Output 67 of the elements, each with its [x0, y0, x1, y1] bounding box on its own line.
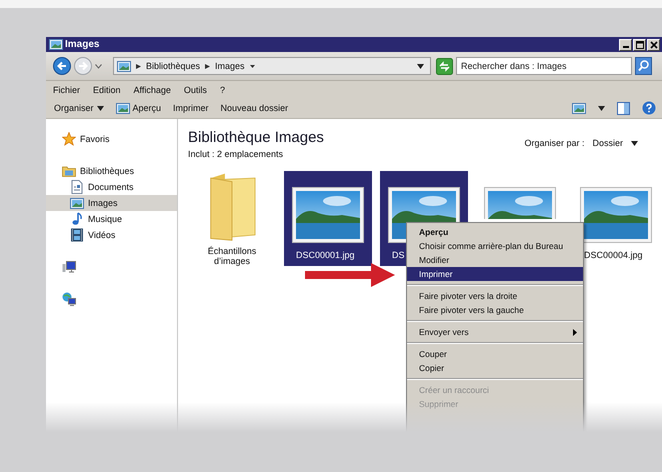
window-title: Images	[65, 39, 100, 50]
sidebar-item[interactable]: Favoris	[46, 131, 177, 147]
star-icon	[62, 132, 76, 146]
minimize-icon	[622, 46, 628, 48]
toolbar-button[interactable]: Organiser	[50, 101, 108, 115]
sidebar-item[interactable]: Images	[46, 195, 177, 211]
network-computer-icon[interactable]	[62, 292, 76, 306]
picture-icon	[117, 60, 131, 72]
arrange-by-dropdown[interactable]: Dossier	[592, 138, 638, 148]
breadcrumb-arrow-icon[interactable]	[136, 64, 141, 68]
menu-item[interactable]: Faire pivoter vers la gauche	[407, 303, 583, 317]
sidebar-item[interactable]: Vidéos	[46, 227, 177, 243]
menu-item[interactable]: Faire pivoter vers la droite	[407, 289, 583, 303]
library-title: Bibliothèque Images	[188, 129, 324, 146]
sidebar-item[interactable]: Musique	[46, 211, 177, 227]
view-options-icon[interactable]	[572, 102, 586, 114]
menu-item[interactable]: Imprimer	[407, 267, 583, 281]
maximize-icon	[636, 40, 644, 48]
document-icon	[70, 180, 84, 194]
close-icon	[650, 40, 658, 48]
minimize-button[interactable]	[619, 38, 632, 50]
close-button[interactable]	[647, 38, 660, 50]
submenu-arrow-icon	[573, 328, 577, 336]
toolbar-button[interactable]: Imprimer	[169, 101, 213, 115]
breadcrumb-caret-icon[interactable]	[250, 64, 255, 68]
menu-item[interactable]: Affichage	[134, 84, 171, 94]
arrange-by-label: Organiser par :	[524, 138, 584, 148]
breadcrumb-item[interactable]: Images	[215, 61, 245, 71]
landscape-thumbnail	[484, 187, 556, 219]
menu-item[interactable]: Edition	[93, 84, 121, 94]
caret-icon	[631, 140, 638, 146]
address-dropdown-icon[interactable]	[417, 64, 424, 68]
sidebar-item[interactable]: Documents	[46, 179, 177, 195]
library-subtitle: Inclut : 2 emplacements	[188, 149, 284, 159]
menu-item[interactable]: ?	[220, 84, 225, 94]
search-field[interactable]: Rechercher dans : Images	[456, 57, 632, 75]
menu-item[interactable]: Fichier	[53, 84, 80, 94]
toolbar-button[interactable]: Nouveau dossier	[216, 101, 292, 115]
landscape-thumbnail	[580, 187, 652, 243]
file-item[interactable]: Échantillons d’images	[188, 171, 276, 266]
help-icon[interactable]	[642, 101, 656, 115]
address-field[interactable]: Bibliothèques Images	[113, 57, 431, 75]
sidebar-item[interactable]: Bibliothèques	[46, 163, 177, 179]
landscape-thumbnail	[292, 187, 364, 243]
view-caret-icon[interactable]	[598, 106, 605, 110]
history-caret-icon[interactable]	[95, 64, 102, 68]
picture-icon	[116, 102, 130, 114]
picture-icon	[70, 196, 84, 210]
caret-icon	[96, 106, 104, 110]
computer-icon[interactable]	[62, 260, 76, 274]
search-button[interactable]	[635, 57, 652, 75]
toolbar-button[interactable]: Aperçu	[112, 100, 166, 116]
back-button[interactable]	[53, 57, 71, 75]
menu-item[interactable]: Couper	[407, 347, 583, 361]
library-folder-icon	[62, 164, 76, 178]
menu-item[interactable]: Envoyer vers	[407, 325, 583, 339]
music-note-icon	[70, 212, 84, 226]
menu-item[interactable]: Outils	[184, 84, 207, 94]
maximize-button[interactable]	[633, 38, 646, 50]
picture-icon	[49, 39, 63, 50]
preview-pane-icon[interactable]	[617, 102, 630, 114]
breadcrumb-item[interactable]: Bibliothèques	[146, 61, 200, 71]
breadcrumb-arrow-icon[interactable]	[205, 64, 210, 68]
refresh-button[interactable]	[436, 58, 453, 74]
menu-item[interactable]: Copier	[407, 361, 583, 375]
file-item[interactable]: DSC00001.jpg	[284, 171, 372, 266]
film-icon	[70, 228, 84, 242]
